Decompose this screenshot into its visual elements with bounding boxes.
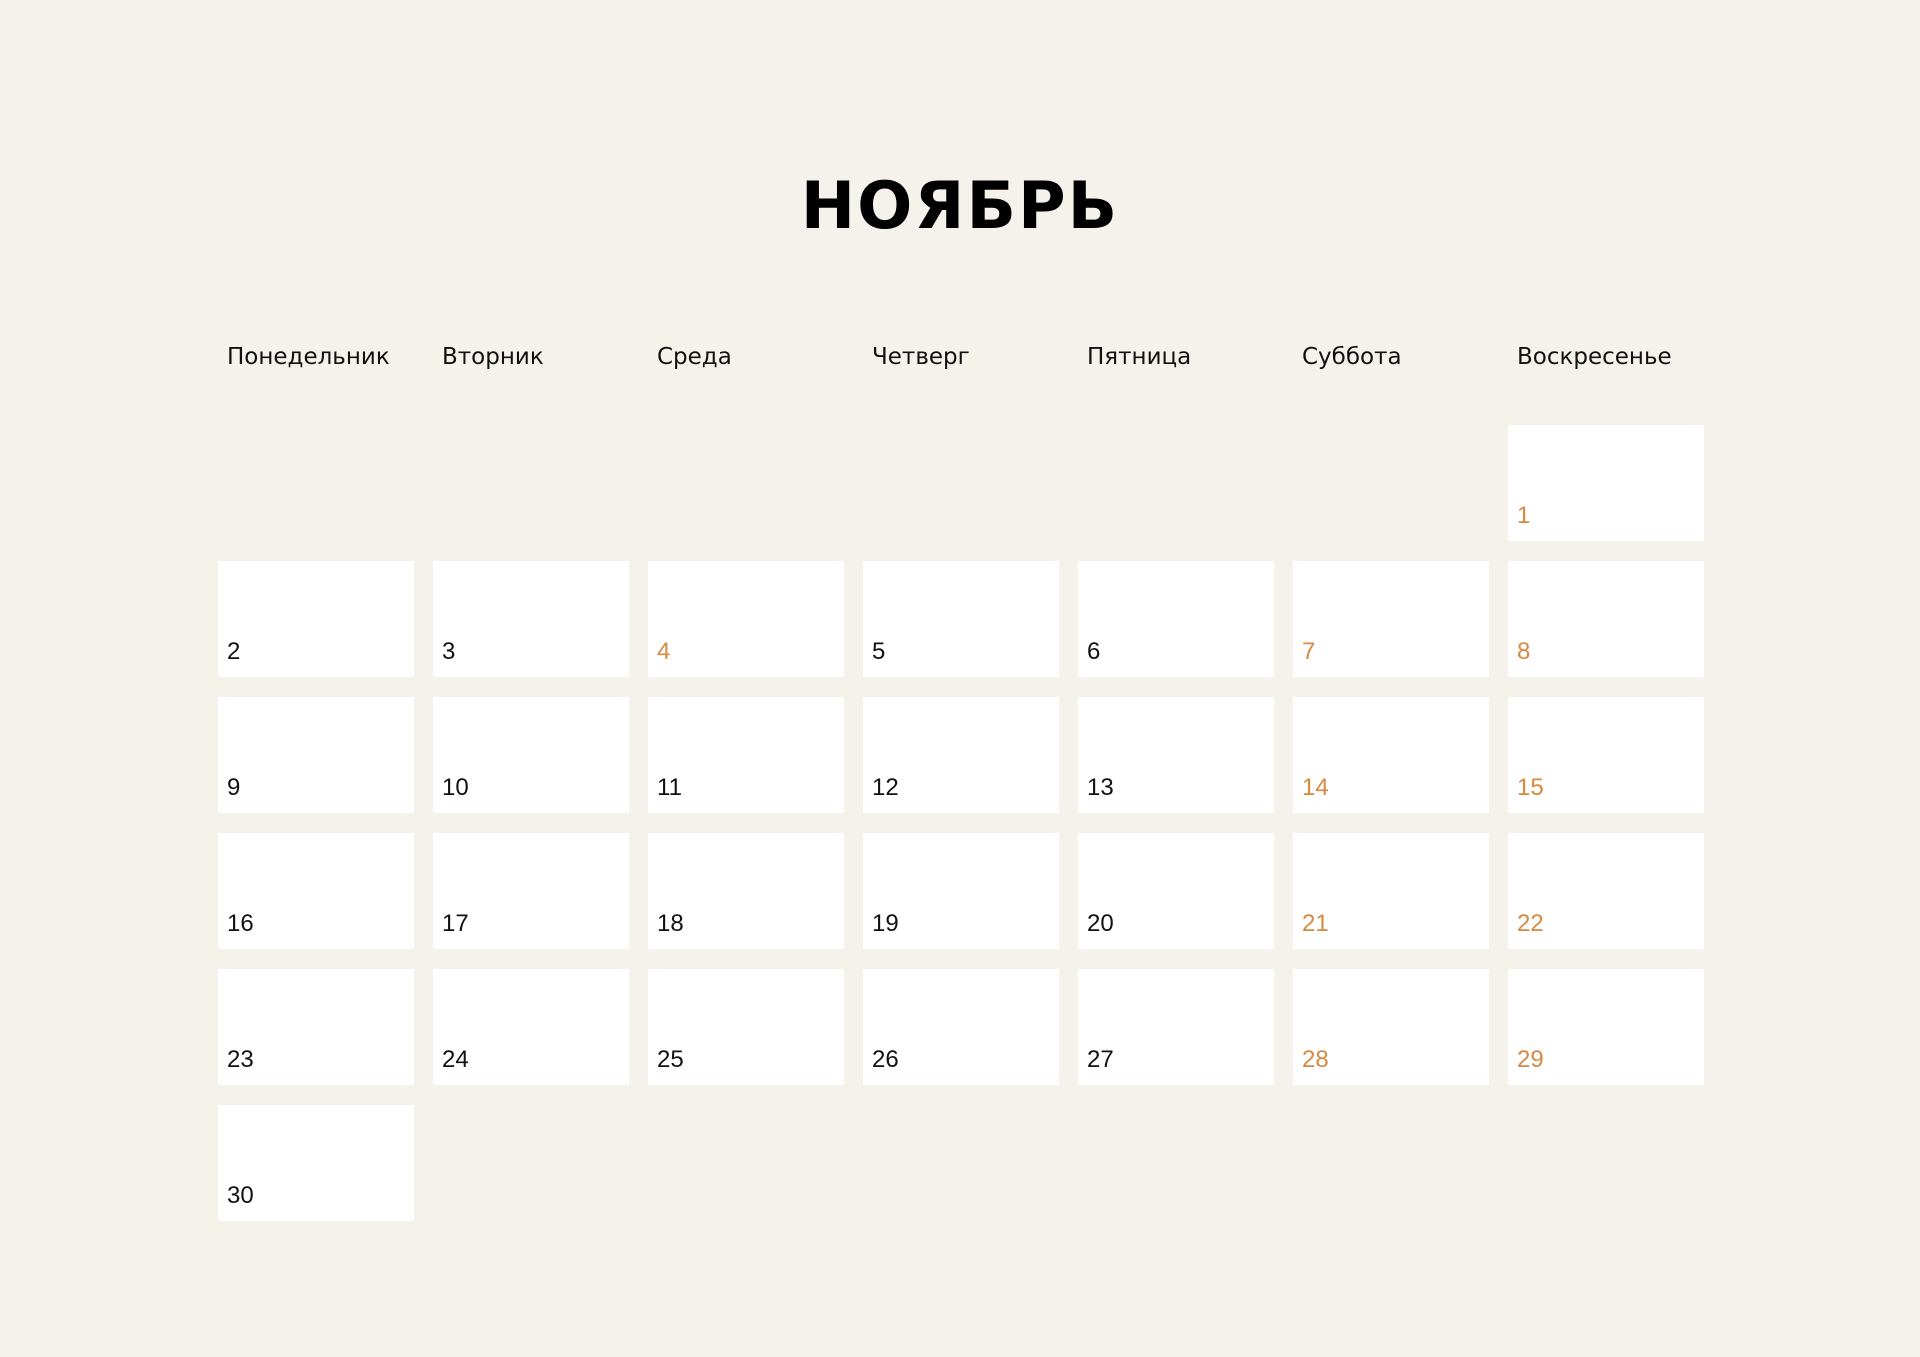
- day-cell: 5: [863, 561, 1059, 677]
- day-number: 16: [227, 910, 254, 937]
- day-number: 19: [872, 910, 899, 937]
- day-cell: 18: [648, 833, 844, 949]
- day-cell: 26: [863, 969, 1059, 1085]
- day-number: 28: [1302, 1046, 1329, 1073]
- day-number: 21: [1302, 910, 1329, 937]
- day-number: 2: [227, 638, 241, 665]
- day-cell: 24: [433, 969, 629, 1085]
- day-number: 7: [1302, 638, 1316, 665]
- day-number: 17: [442, 910, 469, 937]
- day-cell: 2: [218, 561, 414, 677]
- day-cell: 11: [648, 697, 844, 813]
- day-cell: 8: [1508, 561, 1704, 677]
- day-number: 10: [442, 774, 469, 801]
- day-cell: 14: [1293, 697, 1489, 813]
- day-cell: 20: [1078, 833, 1274, 949]
- day-cell: 15: [1508, 697, 1704, 813]
- day-number: 26: [872, 1046, 899, 1073]
- day-cell: 30: [218, 1105, 414, 1221]
- day-number: 20: [1087, 910, 1114, 937]
- day-cell: 10: [433, 697, 629, 813]
- day-cell: 12: [863, 697, 1059, 813]
- day-number: 6: [1087, 638, 1101, 665]
- day-number: 23: [227, 1046, 254, 1073]
- day-number: 27: [1087, 1046, 1114, 1073]
- day-number: 18: [657, 910, 684, 937]
- day-cell: 6: [1078, 561, 1274, 677]
- day-cell: 25: [648, 969, 844, 1085]
- day-number: 22: [1517, 910, 1544, 937]
- day-number: 15: [1517, 774, 1544, 801]
- day-cell: 29: [1508, 969, 1704, 1085]
- day-number: 1: [1517, 502, 1531, 529]
- day-cell: 13: [1078, 697, 1274, 813]
- calendar-grid: 1 2 3 4 5 6 7 8 9 10 11 12 13 14 15 16 17 18 19 20 21 22 23 24 2…: [0, 0, 1920, 1357]
- day-cell: 23: [218, 969, 414, 1085]
- day-number: 30: [227, 1182, 254, 1209]
- day-cell: 22: [1508, 833, 1704, 949]
- day-cell: 21: [1293, 833, 1489, 949]
- day-cell: 17: [433, 833, 629, 949]
- day-number: 14: [1302, 774, 1329, 801]
- day-cell: 4: [648, 561, 844, 677]
- day-cell: 28: [1293, 969, 1489, 1085]
- day-cell: 7: [1293, 561, 1489, 677]
- day-number: 8: [1517, 638, 1531, 665]
- day-number: 29: [1517, 1046, 1544, 1073]
- day-number: 13: [1087, 774, 1114, 801]
- day-cell: 16: [218, 833, 414, 949]
- day-number: 24: [442, 1046, 469, 1073]
- day-number: 12: [872, 774, 899, 801]
- day-cell: 19: [863, 833, 1059, 949]
- day-number: 25: [657, 1046, 684, 1073]
- day-cell: 27: [1078, 969, 1274, 1085]
- day-number: 11: [657, 774, 682, 801]
- day-number: 4: [657, 638, 671, 665]
- day-cell: 1: [1508, 425, 1704, 541]
- day-cell: 3: [433, 561, 629, 677]
- day-number: 9: [227, 774, 241, 801]
- day-number: 3: [442, 638, 456, 665]
- day-cell: 9: [218, 697, 414, 813]
- day-number: 5: [872, 638, 886, 665]
